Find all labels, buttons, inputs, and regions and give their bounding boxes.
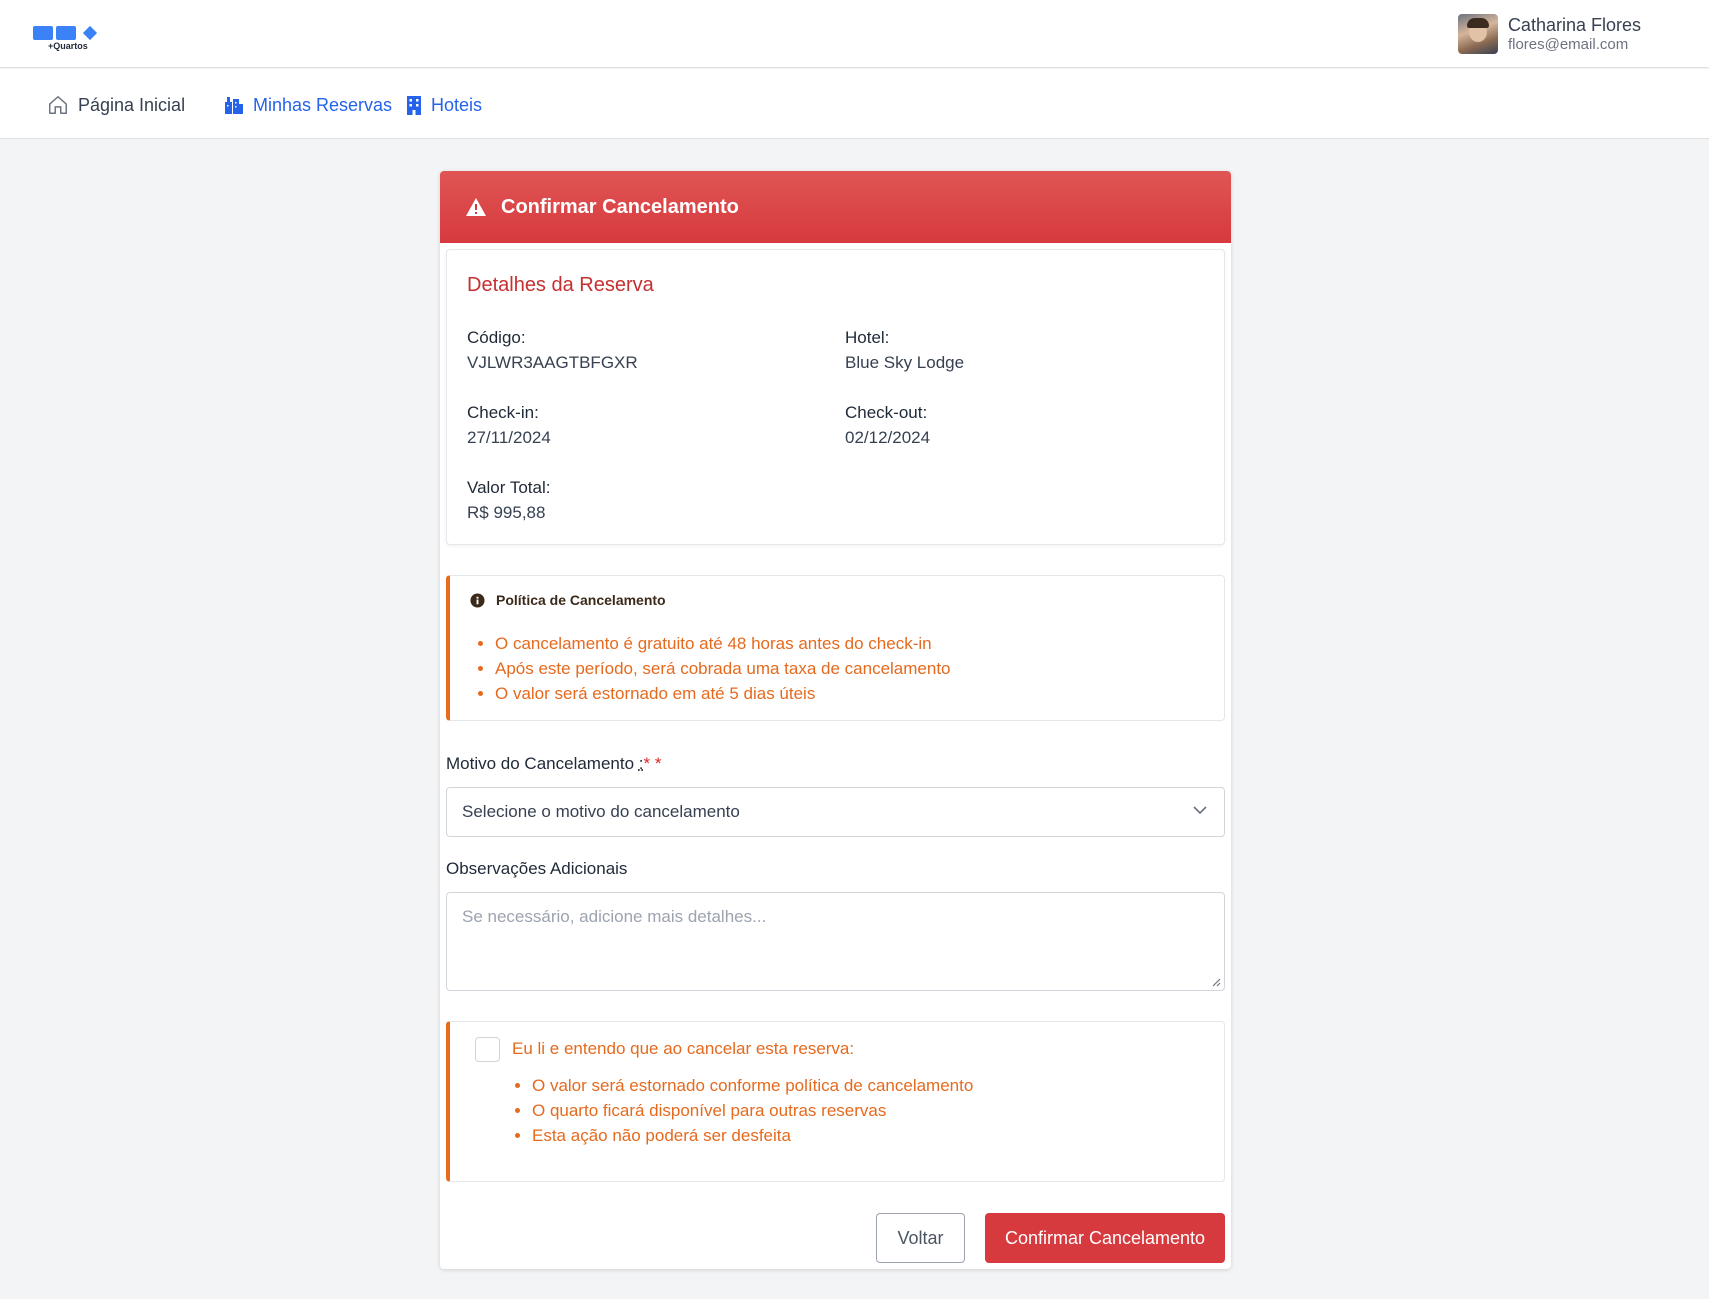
nav-bar: Página Inicial Minhas Reservas Hoteis: [0, 69, 1709, 139]
reason-select-value: Selecione o motivo do cancelamento: [462, 802, 740, 821]
home-icon: [49, 96, 67, 114]
code-label: Código:: [467, 328, 526, 347]
policy-title-text: Política de Cancelamento: [496, 592, 666, 608]
total-field: Valor Total: R$ 995,88: [467, 475, 550, 525]
notes-placeholder: Se necessário, adicione mais detalhes...: [462, 907, 767, 926]
nav-item-home[interactable]: Página Inicial: [47, 92, 185, 118]
confirm-cancel-button[interactable]: Confirmar Cancelamento: [985, 1213, 1225, 1263]
list-item: O valor será estornado em até 5 dias úte…: [477, 681, 951, 706]
acknowledge-list: O valor será estornado conforme política…: [514, 1073, 973, 1148]
info-icon: [470, 592, 485, 608]
code-field: Código: VJLWR3AAGTBFGXR: [467, 325, 638, 375]
list-item: Após este período, será cobrada uma taxa…: [477, 656, 951, 681]
user-profile[interactable]: Catharina Flores flores@email.com: [1457, 13, 1641, 55]
acknowledge-label[interactable]: Eu li e entendo que ao cancelar esta res…: [512, 1039, 854, 1059]
logo-square-icon: [56, 26, 76, 40]
acknowledge-checkbox[interactable]: [475, 1037, 500, 1062]
user-name: Catharina Flores: [1507, 15, 1641, 35]
policy-list: O cancelamento é gratuito até 48 horas a…: [477, 631, 951, 706]
hotel-label: Hotel:: [845, 328, 890, 347]
list-item: O valor será estornado conforme política…: [514, 1073, 973, 1098]
reason-select[interactable]: Selecione o motivo do cancelamento: [446, 787, 1225, 837]
cancel-reservation-card: Confirmar Cancelamento Detalhes da Reser…: [440, 171, 1231, 1269]
logo-square-icon: [33, 26, 53, 40]
list-item: O quarto ficará disponível para outras r…: [514, 1098, 973, 1123]
user-email: flores@email.com: [1507, 36, 1629, 53]
checkout-label: Check-out:: [845, 403, 928, 422]
card-header: Confirmar Cancelamento: [440, 171, 1231, 243]
checkin-label: Check-in:: [467, 403, 539, 422]
chevron-down-icon: [1193, 806, 1207, 815]
notes-textarea[interactable]: Se necessário, adicione mais detalhes...: [446, 892, 1225, 991]
resize-handle-icon[interactable]: [1212, 978, 1221, 987]
total-label: Valor Total:: [467, 478, 551, 497]
nav-home-label: Página Inicial: [78, 94, 186, 115]
nav-reservations-label: Minhas Reservas: [253, 94, 393, 115]
card-title: Confirmar Cancelamento: [501, 195, 739, 218]
building-icon: [407, 96, 421, 115]
checkout-field: Check-out: 02/12/2024: [845, 400, 930, 450]
notes-label: Observações Adicionais: [446, 859, 628, 878]
nav-item-hotels[interactable]: Hoteis: [406, 92, 482, 118]
back-button[interactable]: Voltar: [876, 1213, 965, 1263]
warning-icon: [466, 198, 486, 216]
logo-text: +Quartos: [48, 41, 88, 51]
hotel-value: Blue Sky Lodge: [845, 353, 965, 372]
avatar: [1457, 14, 1498, 54]
total-value: R$ 995,88: [467, 503, 546, 522]
nav-hotels-label: Hoteis: [431, 94, 483, 115]
list-item: O cancelamento é gratuito até 48 horas a…: [477, 631, 951, 656]
required-mark: *: [654, 754, 662, 773]
policy-title: Política de Cancelamento: [470, 592, 666, 608]
hotel-field: Hotel: Blue Sky Lodge: [845, 325, 964, 375]
hotel-bed-icon: [225, 97, 243, 114]
reservation-details: Detalhes da Reserva Código: VJLWR3AAGTBF…: [446, 249, 1225, 545]
checkout-value: 02/12/2024: [845, 428, 931, 447]
list-item: Esta ação não poderá ser desfeita: [514, 1123, 973, 1148]
user-info: Catharina Flores flores@email.com: [1508, 14, 1641, 54]
checkin-value: 27/11/2024: [467, 428, 551, 447]
code-value: VJLWR3AAGTBFGXR: [467, 353, 638, 372]
reason-label: Motivo do Cancelamento :* *: [446, 754, 662, 774]
cancellation-policy: Política de Cancelamento O cancelamento …: [446, 575, 1225, 721]
app-logo[interactable]: +Quartos: [33, 25, 103, 52]
details-title: Detalhes da Reserva: [467, 274, 654, 296]
nav-item-reservations[interactable]: Minhas Reservas: [224, 92, 392, 118]
checkin-field: Check-in: 27/11/2024: [467, 400, 551, 450]
reason-label-text: Motivo do Cancelamento: [446, 754, 635, 773]
required-mark: *: [643, 754, 651, 773]
acknowledge-box: Eu li e entendo que ao cancelar esta res…: [446, 1021, 1225, 1182]
top-bar: +Quartos Catharina Flores flores@email.c…: [0, 0, 1709, 68]
logo-diamond-icon: [82, 25, 98, 41]
